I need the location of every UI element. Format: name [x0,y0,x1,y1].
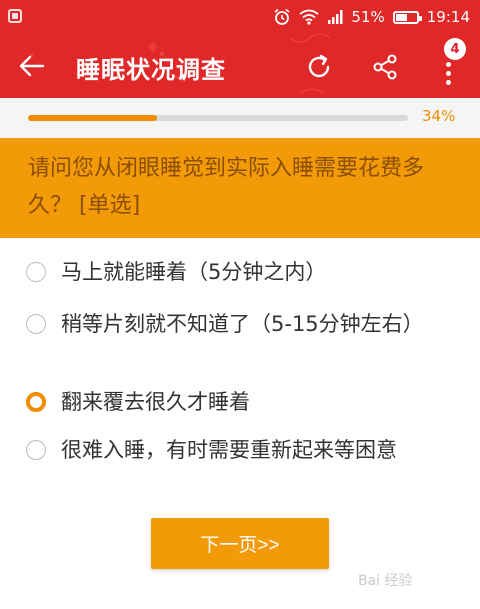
option-label: 翻来覆去很久才睡着 [61,390,250,414]
battery-icon [392,10,422,24]
battery-percent: 51% [351,8,385,26]
decorative-pattern [29,34,331,95]
status-right: 51% 19:14 [273,7,470,27]
radio-button[interactable] [26,440,46,460]
wifi-icon [299,9,319,25]
share-icon [373,54,397,80]
radio-button[interactable] [26,314,46,334]
clock: 19:14 [426,8,470,26]
refresh-icon [308,54,330,78]
progress-section: 34% [0,98,480,138]
question-banner: 请问您从闭眼睡觉到实际入睡需要花费多久？ [单选] [0,138,480,238]
share-button[interactable] [366,48,404,86]
option-3[interactable]: 翻来覆去很久才睡着 [26,386,456,419]
back-arrow-icon [19,55,45,77]
notification-icon [8,9,22,23]
notification-badge: 4 [444,38,466,60]
app-toolbar: 睡眠状况调查 4 [0,34,480,98]
refresh-button[interactable] [300,48,338,86]
option-1[interactable]: 马上就能睡着（5分钟之内） [26,256,456,289]
radio-button[interactable] [26,262,46,282]
more-vertical-icon [445,61,451,67]
next-page-button[interactable]: 下一页>> [151,518,329,569]
question-text: 请问您从闭眼睡觉到实际入睡需要花费多久？ [单选] [28,156,425,218]
alarm-icon [274,8,290,25]
signal-icon [328,10,343,24]
option-2[interactable]: 稍等片刻就不知道了（5-15分钟左右） [26,308,456,341]
option-label: 马上就能睡着（5分钟之内） [61,260,327,284]
progress-bar [28,115,408,121]
status-bar: 51% 19:14 [0,0,480,34]
back-button[interactable] [14,48,50,84]
page-title: 睡眠状况调查 [76,56,226,84]
progress-fill [28,115,158,121]
watermark: Bai 经验 [358,573,413,589]
progress-percent: 34% [422,107,456,125]
option-4[interactable]: 很难入睡，有时需要重新起来等困意 [26,434,456,467]
option-label: 很难入睡，有时需要重新起来等困意 [61,438,397,462]
radio-button-selected[interactable] [26,392,46,412]
option-label: 稍等片刻就不知道了（5-15分钟左右） [61,312,424,336]
